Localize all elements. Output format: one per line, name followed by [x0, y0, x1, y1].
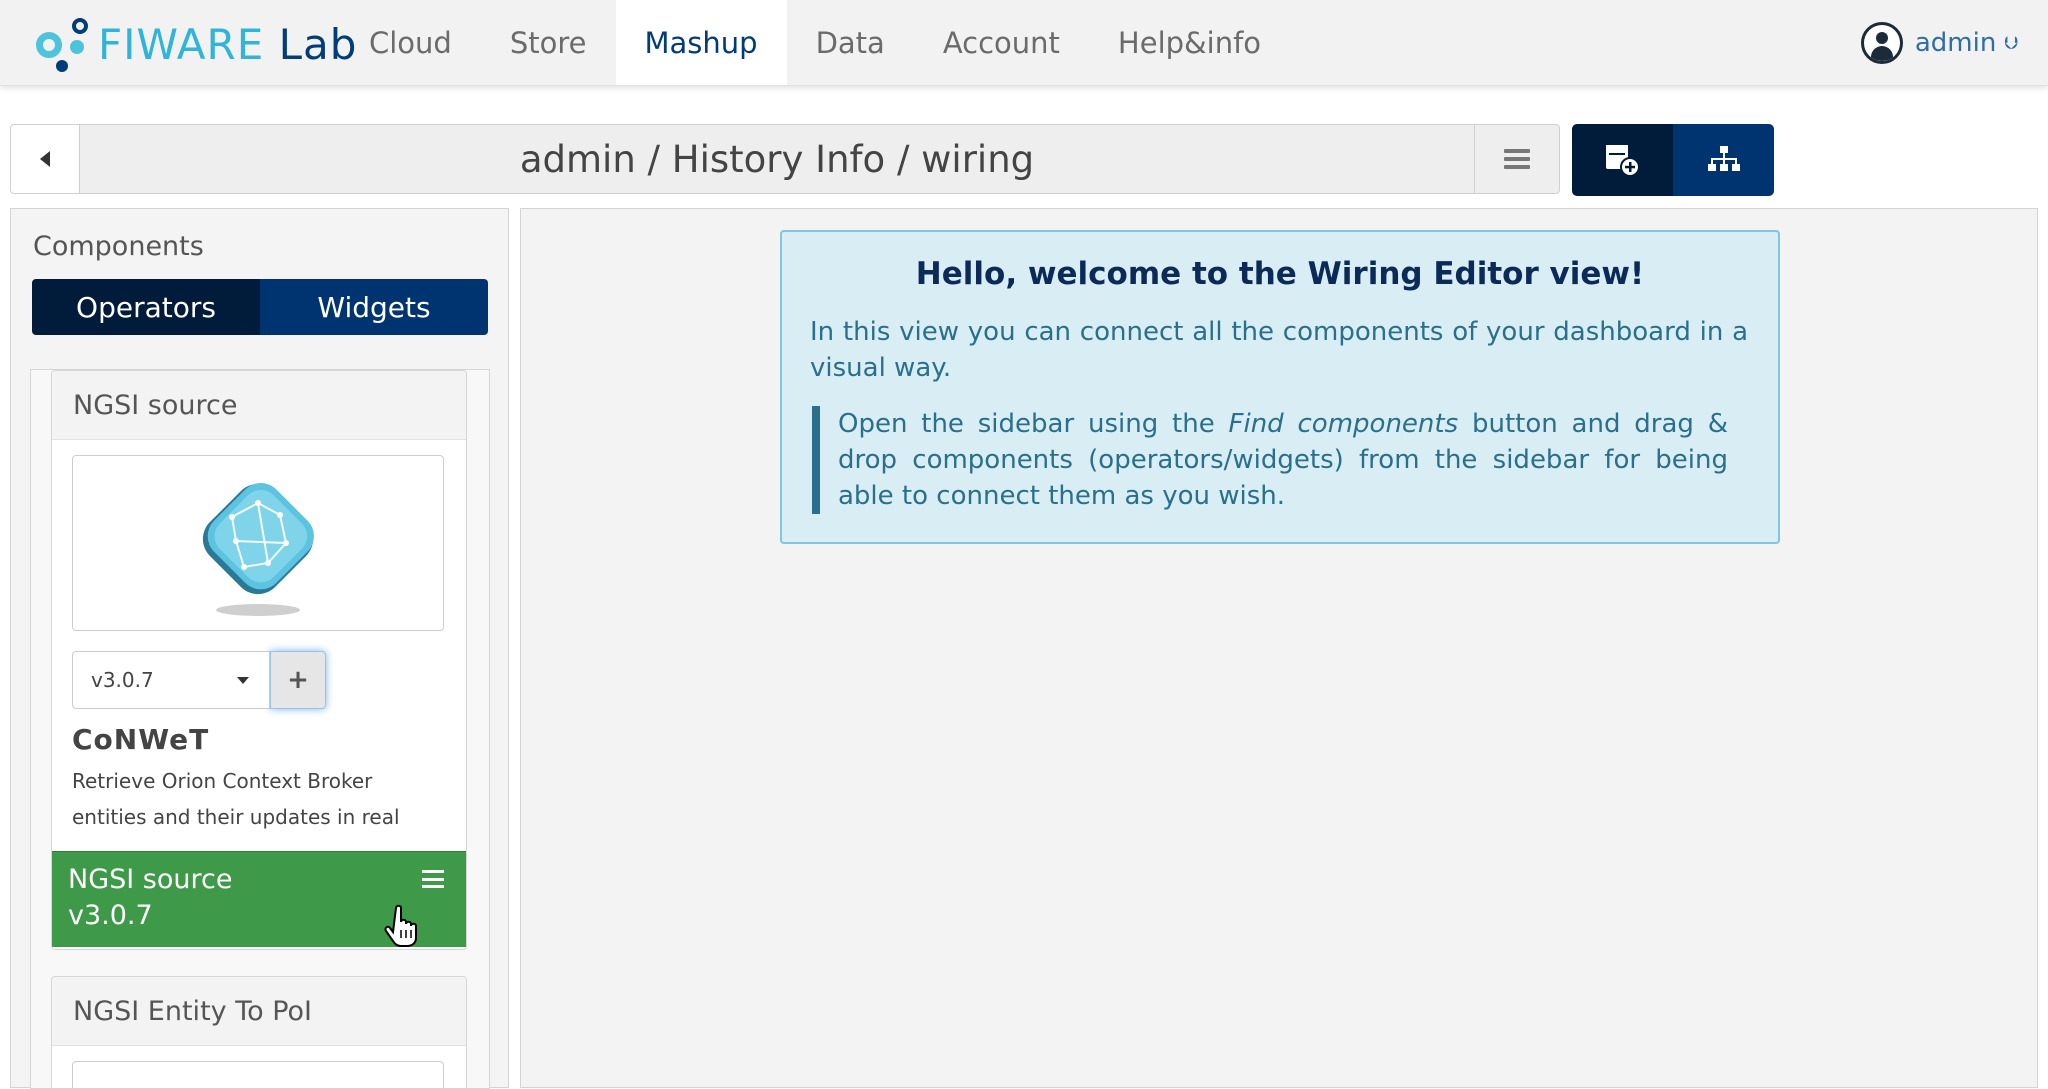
version-select[interactable]: v3.0.7 [72, 651, 270, 709]
user-name: admin [1914, 28, 1997, 58]
component-title: NGSI Entity To PoI [52, 977, 466, 1046]
nav-store[interactable]: Store [481, 0, 616, 85]
welcome-title: Hello, welcome to the Wiring Editor view… [915, 256, 1645, 292]
double-chevron-down-icon: ⮋ [2004, 32, 2018, 54]
caret-down-icon [237, 677, 249, 684]
component-list[interactable]: NGSI source v3.0.7 + CoNWeT Retrieve Ori… [30, 369, 490, 1089]
component-vendor: CoNWeT [72, 723, 210, 756]
wiring-actions [1572, 124, 1774, 196]
components-sidebar: Components Operators Widgets NGSI source [10, 208, 509, 1089]
nav-cloud[interactable]: Cloud [340, 0, 481, 85]
logo-text: FIWARE Lab [98, 19, 358, 69]
version-row: v3.0.7 + [72, 651, 326, 709]
user-menu[interactable]: admin ⮋ [1860, 20, 2018, 66]
ngsi-source-logo-icon [202, 483, 314, 616]
nav-help-info[interactable]: Help&info [1089, 0, 1290, 85]
breadcrumb-bar: admin / History Info / wiring [10, 124, 1560, 194]
welcome-intro: In this view you can connect all the com… [810, 317, 1748, 383]
breadcrumb: admin / History Info / wiring [519, 137, 1035, 181]
nav-mashup[interactable]: Mashup [615, 0, 787, 85]
back-button[interactable] [11, 125, 80, 193]
component-thumbnail [72, 455, 444, 631]
sitemap-icon [1707, 146, 1740, 171]
component-type-tabs: Operators Widgets [32, 279, 488, 335]
fiware-logo-mark-icon [34, 14, 92, 74]
hamburger-icon[interactable] [422, 870, 444, 888]
sidebar-title: Components [33, 231, 204, 262]
component-title: NGSI source [52, 371, 466, 440]
find-components-button[interactable] [1572, 124, 1673, 196]
top-navbar: FIWARE Lab Cloud Store Mashup Data Accou… [0, 0, 2048, 86]
welcome-alert: Hello, welcome to the Wiring Editor view… [780, 230, 1780, 544]
hamburger-icon [1504, 149, 1530, 169]
plus-icon: + [287, 665, 309, 695]
drag-handle-name: NGSI source [68, 864, 233, 895]
component-description: Retrieve Orion Context Broker entities a… [72, 769, 400, 829]
component-card: NGSI Entity To PoI [51, 976, 467, 1088]
fiware-lab-logo[interactable]: FIWARE Lab [34, 14, 357, 74]
component-card: NGSI source v3.0.7 + CoNWeT Retrieve Ori… [51, 370, 467, 950]
caret-left-icon [40, 151, 50, 167]
find-components-reference: Find components [1228, 409, 1459, 439]
add-component-icon [1605, 145, 1640, 177]
nav-account[interactable]: Account [914, 0, 1089, 85]
nav-data[interactable]: Data [787, 0, 914, 85]
component-thumbnail [72, 1061, 444, 1088]
add-component-button[interactable]: + [270, 651, 326, 709]
version-selected: v3.0.7 [91, 668, 154, 692]
tab-widgets[interactable]: Widgets [260, 279, 488, 335]
hand-pointer-cursor-icon [384, 904, 417, 947]
user-circle-icon [1860, 22, 1903, 64]
breadcrumb-menu-button[interactable] [1474, 125, 1559, 193]
welcome-tip: Open the sidebar using the Find componen… [812, 406, 1728, 514]
behaviour-engine-button[interactable] [1673, 124, 1774, 196]
main-nav: Cloud Store Mashup Data Account Help&inf… [340, 0, 1290, 85]
tab-operators[interactable]: Operators [32, 279, 260, 335]
